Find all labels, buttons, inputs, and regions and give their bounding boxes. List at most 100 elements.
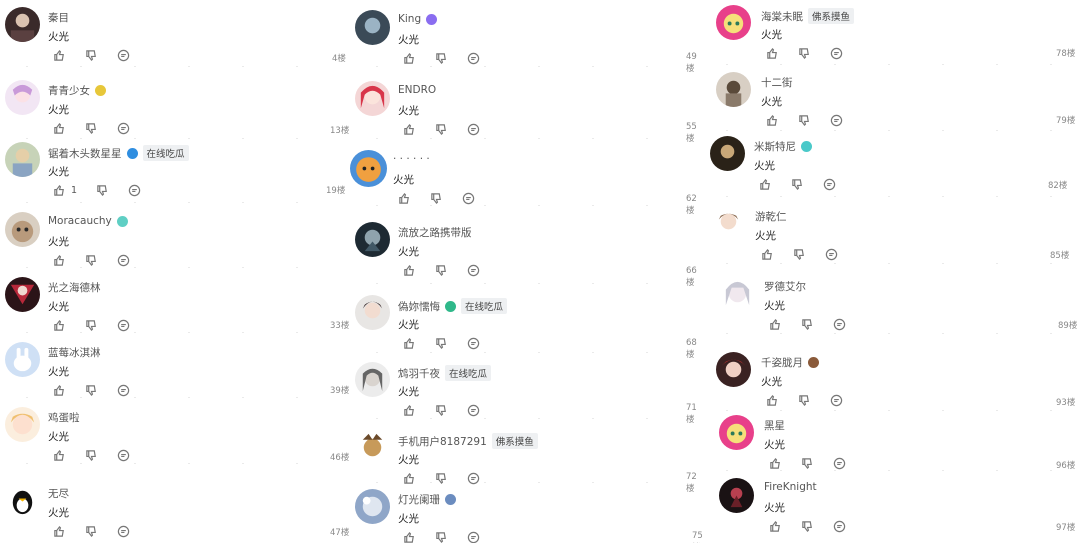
- username[interactable]: 鸩羽千夜 在线吃瓜: [398, 365, 492, 381]
- avatar[interactable]: [716, 352, 751, 387]
- reply-icon[interactable]: [127, 183, 141, 197]
- username[interactable]: 秦目: [48, 10, 69, 25]
- avatar[interactable]: [355, 222, 390, 257]
- avatar[interactable]: [355, 430, 390, 465]
- username-text[interactable]: 罗德艾尔: [764, 279, 806, 294]
- like-icon[interactable]: [52, 524, 66, 538]
- avatar[interactable]: [716, 5, 751, 40]
- username[interactable]: 黑星: [764, 418, 785, 433]
- reply-icon[interactable]: [822, 177, 836, 191]
- reply-icon[interactable]: [832, 317, 846, 331]
- reply-icon[interactable]: [824, 247, 838, 261]
- username-text[interactable]: 偽妳懦悔: [398, 299, 440, 314]
- reply-icon[interactable]: [116, 318, 130, 332]
- username[interactable]: FireKnight: [764, 481, 817, 493]
- like-icon[interactable]: [397, 191, 411, 205]
- username[interactable]: 米斯特尼: [754, 139, 812, 154]
- like-icon[interactable]: [768, 317, 782, 331]
- reply-icon[interactable]: [832, 456, 846, 470]
- like-icon[interactable]: [402, 403, 416, 417]
- username-text[interactable]: 鸩羽千夜: [398, 366, 440, 381]
- reply-icon[interactable]: [466, 530, 480, 543]
- avatar[interactable]: [5, 212, 40, 247]
- avatar[interactable]: [5, 407, 40, 442]
- reply-icon[interactable]: [466, 336, 480, 350]
- dislike-icon[interactable]: [797, 46, 811, 60]
- avatar[interactable]: [355, 295, 390, 330]
- avatar[interactable]: [5, 80, 40, 115]
- username-text[interactable]: 青青少女: [48, 83, 90, 98]
- username[interactable]: 锯着木头数星星 在线吃瓜: [48, 145, 189, 161]
- dislike-icon[interactable]: [84, 448, 98, 462]
- like-icon[interactable]: [52, 318, 66, 332]
- dislike-icon[interactable]: [800, 519, 814, 533]
- avatar[interactable]: [5, 142, 40, 177]
- username-text[interactable]: 手机用户8187291: [398, 434, 487, 449]
- dislike-icon[interactable]: [797, 393, 811, 407]
- like-icon[interactable]: [52, 448, 66, 462]
- username-text[interactable]: 灯光阑珊: [398, 492, 440, 507]
- like-icon[interactable]: [52, 121, 66, 135]
- username[interactable]: Moracauchy: [48, 215, 128, 227]
- reply-icon[interactable]: [116, 524, 130, 538]
- like-icon[interactable]: [760, 247, 774, 261]
- avatar[interactable]: [710, 136, 745, 171]
- username[interactable]: 流放之路携带版: [398, 225, 472, 240]
- username-text[interactable]: Moracauchy: [48, 215, 112, 227]
- avatar[interactable]: [5, 342, 40, 377]
- username[interactable]: 青青少女: [48, 83, 106, 98]
- dislike-icon[interactable]: [95, 183, 109, 197]
- avatar[interactable]: [355, 362, 390, 397]
- like-icon[interactable]: [402, 51, 416, 65]
- username[interactable]: 偽妳懦悔 在线吃瓜: [398, 298, 508, 314]
- username-text[interactable]: 海棠未眠: [761, 9, 803, 24]
- username[interactable]: 无尽: [48, 486, 69, 501]
- reply-icon[interactable]: [116, 121, 130, 135]
- avatar[interactable]: [355, 10, 390, 45]
- dislike-icon[interactable]: [800, 456, 814, 470]
- dislike-icon[interactable]: [84, 524, 98, 538]
- like-icon[interactable]: [52, 383, 66, 397]
- username-text[interactable]: King: [398, 13, 421, 25]
- username[interactable]: 十二街: [761, 75, 793, 90]
- dislike-icon[interactable]: [84, 383, 98, 397]
- reply-icon[interactable]: [461, 191, 475, 205]
- avatar[interactable]: [720, 276, 755, 311]
- avatar[interactable]: [355, 81, 390, 116]
- like-icon[interactable]: [52, 48, 66, 62]
- dislike-icon[interactable]: [800, 317, 814, 331]
- dislike-icon[interactable]: [434, 403, 448, 417]
- avatar[interactable]: [716, 72, 751, 107]
- like-icon[interactable]: [768, 456, 782, 470]
- like-icon[interactable]: [52, 183, 66, 197]
- username[interactable]: ENDRO: [398, 84, 436, 96]
- avatar[interactable]: [5, 277, 40, 312]
- reply-icon[interactable]: [832, 519, 846, 533]
- like-icon[interactable]: [768, 519, 782, 533]
- username[interactable]: 灯光阑珊: [398, 492, 456, 507]
- reply-icon[interactable]: [116, 253, 130, 267]
- reply-icon[interactable]: [829, 46, 843, 60]
- username-text[interactable]: 光之海德林: [48, 280, 101, 295]
- username[interactable]: 手机用户8187291 佛系摸鱼: [398, 433, 538, 449]
- username[interactable]: 光之海德林: [48, 280, 101, 295]
- username[interactable]: 海棠未眠 佛系摸鱼: [761, 8, 855, 24]
- dislike-icon[interactable]: [434, 336, 448, 350]
- username[interactable]: 鸡蛋啦: [48, 410, 80, 425]
- username-text[interactable]: 秦目: [48, 10, 69, 25]
- dislike-icon[interactable]: [429, 191, 443, 205]
- username-text[interactable]: 游乾仁: [755, 209, 787, 224]
- username-text[interactable]: 流放之路携带版: [398, 225, 472, 240]
- reply-icon[interactable]: [829, 113, 843, 127]
- dislike-icon[interactable]: [792, 247, 806, 261]
- username-text[interactable]: 十二街: [761, 75, 793, 90]
- username[interactable]: 千姿胧月: [761, 355, 819, 370]
- username[interactable]: 罗德艾尔: [764, 279, 806, 294]
- dislike-icon[interactable]: [790, 177, 804, 191]
- username-text[interactable]: 锯着木头数星星: [48, 146, 122, 161]
- like-icon[interactable]: [402, 263, 416, 277]
- username-text[interactable]: 鸡蛋啦: [48, 410, 80, 425]
- reply-icon[interactable]: [466, 122, 480, 136]
- reply-icon[interactable]: [116, 48, 130, 62]
- avatar[interactable]: [5, 7, 40, 42]
